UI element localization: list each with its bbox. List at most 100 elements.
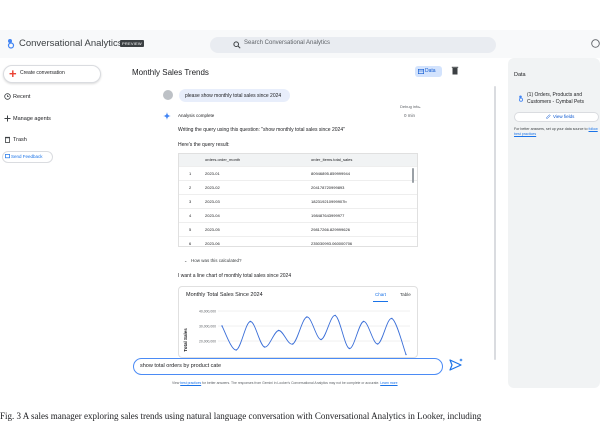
data-point[interactable] bbox=[334, 314, 336, 317]
query-result-table: orders.order_month order_items.total_sal… bbox=[178, 153, 418, 247]
table-row: 1 2023-01 80946895.859999944 bbox=[179, 166, 417, 180]
user-avatar bbox=[163, 90, 173, 100]
data-point[interactable] bbox=[249, 320, 252, 323]
sidebar-item-manage-agents[interactable]: Manage agents bbox=[13, 116, 51, 122]
y-tick-label: 40,000,000 bbox=[199, 309, 216, 313]
trash-icon bbox=[4, 136, 11, 143]
total-sales-cell: 204178720999893 bbox=[311, 185, 345, 190]
dataset-name[interactable]: (1) Orders, Products and Customers - Cym… bbox=[527, 92, 600, 106]
table-icon bbox=[418, 69, 424, 74]
data-point[interactable] bbox=[405, 353, 407, 356]
data-point[interactable] bbox=[235, 349, 237, 351]
data-point[interactable] bbox=[391, 317, 393, 320]
data-point[interactable] bbox=[221, 325, 223, 327]
chart-points bbox=[221, 314, 407, 356]
best-practices-link[interactable]: best practices bbox=[180, 381, 201, 385]
table-scrollbar[interactable] bbox=[412, 168, 414, 183]
analysis-status: Analysis complete bbox=[178, 113, 215, 118]
y-axis-label: Total Sales bbox=[183, 328, 188, 352]
prompt-input-value: show total orders by product cate bbox=[140, 363, 222, 369]
user-message-text: please show monthly total sales since 20… bbox=[185, 93, 282, 99]
edit-icon bbox=[546, 114, 551, 119]
help-icon[interactable] bbox=[591, 39, 600, 48]
data-point[interactable] bbox=[362, 320, 365, 323]
writing-query-text: Writing the query using this question: "… bbox=[178, 127, 345, 133]
sidebar-item-trash[interactable]: Trash bbox=[13, 137, 27, 143]
create-conversation-label: Create conversation bbox=[20, 70, 65, 76]
learn-more-link[interactable]: Learn more bbox=[380, 381, 397, 385]
data-hint-text: For better answers, set up your data sou… bbox=[514, 127, 588, 131]
analysis-time: 0 min bbox=[404, 113, 416, 118]
search-icon bbox=[233, 41, 241, 49]
app-title: Conversational Analytics bbox=[19, 38, 123, 49]
table-row: 5 2023-05 29817266.829999626 bbox=[179, 222, 417, 236]
debug-info-toggle[interactable]: Debug info bbox=[400, 104, 419, 109]
total-sales-cell: 80946895.859999944 bbox=[311, 171, 350, 176]
data-button-label: Data bbox=[425, 68, 436, 74]
table-header: orders.order_month order_items.total_sal… bbox=[179, 154, 417, 166]
row-number: 1 bbox=[189, 171, 192, 176]
table-row: 3 2023-03 182319210999907b bbox=[179, 194, 417, 208]
row-number: 2 bbox=[189, 185, 192, 190]
sales-line-chart: 40,000,000 30,000,000 20,000,000 Total Sal… bbox=[183, 309, 410, 356]
view-fields-label: View fields bbox=[553, 114, 575, 119]
order-month-cell: 2023-02 bbox=[205, 185, 220, 190]
table-row: 2 2023-02 204178720999893 bbox=[179, 180, 417, 194]
left-sidebar bbox=[0, 58, 122, 398]
send-feedback-label: Send Feedback bbox=[11, 154, 43, 159]
conversation-title: Monthly Sales Trends bbox=[132, 68, 209, 77]
series-line bbox=[221, 315, 407, 355]
row-number: 5 bbox=[189, 227, 192, 232]
chevron-down-icon: ⌄ bbox=[184, 258, 188, 263]
row-number: 4 bbox=[189, 213, 192, 218]
row-number: 6 bbox=[189, 241, 192, 246]
chart-title: Monthly Total Sales Since 2024 bbox=[186, 292, 263, 298]
line-chart-request-text: I want a line chart of monthly total sal… bbox=[178, 273, 292, 279]
how-calculated-toggle[interactable]: How was this calculated? bbox=[191, 258, 242, 263]
order-month-cell: 2023-05 bbox=[205, 227, 220, 232]
data-point[interactable] bbox=[348, 347, 351, 350]
order-month-cell: 2023-06 bbox=[205, 241, 220, 246]
looker-logo-icon bbox=[6, 38, 16, 49]
data-point[interactable] bbox=[306, 316, 308, 318]
looker-logo-icon bbox=[518, 95, 524, 102]
column-header-order-month[interactable]: orders.order_month bbox=[205, 157, 240, 162]
footnote-middle: for better answers. The responses from G… bbox=[201, 381, 381, 385]
total-sales-cell: 235030993.060000706 bbox=[311, 241, 353, 246]
history-icon bbox=[4, 93, 11, 100]
data-panel-title: Data bbox=[514, 72, 526, 78]
send-icon[interactable] bbox=[448, 357, 464, 373]
data-point[interactable] bbox=[376, 343, 379, 345]
figure-caption: Fig. 3 A sales manager exploring sales t… bbox=[0, 411, 482, 421]
total-sales-cell: 182319210999907b bbox=[311, 199, 347, 204]
total-sales-cell: 198487643999977 bbox=[311, 213, 345, 218]
tab-chart[interactable]: Chart bbox=[375, 292, 386, 297]
data-point[interactable] bbox=[263, 346, 266, 348]
feedback-icon bbox=[5, 154, 10, 159]
data-hint: For better answers, set up your data sou… bbox=[514, 127, 600, 137]
main-scrollbar[interactable] bbox=[494, 86, 496, 360]
chevron-down-icon: ⌄ bbox=[418, 104, 422, 109]
order-month-cell: 2023-01 bbox=[205, 171, 220, 176]
search-placeholder: Search Conversational Analytics bbox=[244, 40, 331, 46]
sidebar-item-recent[interactable]: Recent bbox=[13, 94, 30, 100]
row-number: 3 bbox=[189, 199, 192, 204]
tab-table[interactable]: Table bbox=[400, 292, 411, 297]
data-point[interactable] bbox=[277, 329, 280, 332]
gemini-spark-icon bbox=[163, 112, 171, 120]
table-row: 4 2023-04 198487643999977 bbox=[179, 208, 417, 222]
data-point[interactable] bbox=[292, 343, 294, 345]
query-result-label: Here's the query result: bbox=[178, 142, 230, 148]
data-panel bbox=[508, 58, 600, 388]
delete-icon[interactable] bbox=[451, 66, 459, 75]
footnote-prefix: View bbox=[172, 381, 181, 385]
y-tick-label: 30,000,000 bbox=[199, 324, 216, 328]
order-month-cell: 2023-03 bbox=[205, 199, 220, 204]
preview-badge: PREVIEW bbox=[120, 40, 144, 47]
data-point[interactable] bbox=[320, 338, 322, 341]
column-header-total-sales[interactable]: order_items.total_sales bbox=[311, 157, 352, 162]
plus-icon: + bbox=[9, 66, 17, 81]
order-month-cell: 2023-04 bbox=[205, 213, 220, 218]
total-sales-cell: 29817266.829999626 bbox=[311, 227, 350, 232]
chart-y-ticks: 40,000,000 30,000,000 20,000,000 bbox=[199, 309, 216, 343]
